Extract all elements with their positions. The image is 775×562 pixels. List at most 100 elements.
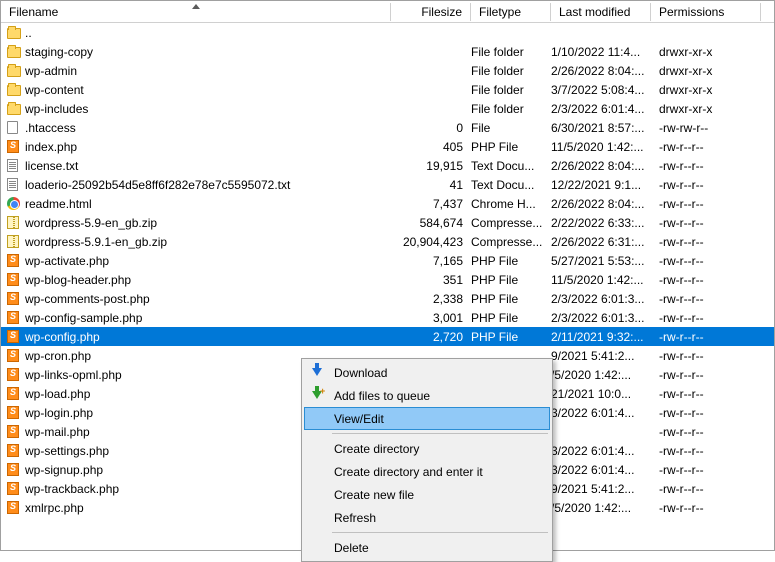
menu-addqueue-label: Add files to queue xyxy=(334,389,430,403)
folder-icon xyxy=(7,83,25,96)
file-permissions: -rw-rw-r-- xyxy=(651,121,761,135)
file-modified: 21/2021 10:0... xyxy=(551,387,651,401)
file-name: loaderio-25092b54d5e8ff6f282e78e7c559507… xyxy=(25,178,391,192)
file-name: license.txt xyxy=(25,159,391,173)
file-row[interactable]: wp-admin File folder2/26/2022 8:04:...drw… xyxy=(1,61,774,80)
file-row[interactable]: loaderio-25092b54d5e8ff6f282e78e7c559507… xyxy=(1,175,774,194)
file-permissions: -rw-r--r-- xyxy=(651,254,761,268)
menu-separator xyxy=(332,433,548,434)
file-row[interactable]: wordpress-5.9-en_gb.zip584,674Compresse.… xyxy=(1,213,774,232)
file-size: 20,904,423 xyxy=(391,235,471,249)
file-row[interactable]: wp-contentFile folder3/7/2022 5:08:4...d… xyxy=(1,80,774,99)
file-row[interactable]: .. xyxy=(1,23,774,42)
file-name: index.php xyxy=(25,140,391,154)
php-icon xyxy=(7,444,25,457)
menu-refresh-label: Refresh xyxy=(334,511,376,525)
header-filesize[interactable]: Filesize xyxy=(391,3,471,21)
file-type: File xyxy=(471,121,551,135)
file-modified: /5/2020 1:42:... xyxy=(551,368,651,382)
file-row[interactable]: wp-blog-header.php351PHP File11/5/2020 1… xyxy=(1,270,774,289)
file-permissions: drwxr-xr-x xyxy=(651,83,761,97)
menu-create-directory[interactable]: Create directory xyxy=(304,437,550,460)
file-permissions: -rw-r--r-- xyxy=(651,330,761,344)
file-type: File folder xyxy=(471,64,551,78)
file-row[interactable]: index.php405PHP File11/5/2020 1:42:...-r… xyxy=(1,137,774,156)
file-type: Text Docu... xyxy=(471,178,551,192)
header-lastmodified[interactable]: Last modified xyxy=(551,3,651,21)
file-name: wp-content xyxy=(25,83,391,97)
menu-delete-label: Delete xyxy=(334,541,369,555)
menu-createfile-label: Create new file xyxy=(334,488,414,502)
file-modified: 2/3/2022 6:01:3... xyxy=(551,292,651,306)
file-name: wp-activate.php xyxy=(25,254,391,268)
menu-separator xyxy=(332,532,548,533)
file-modified: 3/2022 6:01:4... xyxy=(551,463,651,477)
file-name: wp-admin xyxy=(25,64,391,78)
php-icon xyxy=(7,482,25,495)
header-filename[interactable]: Filename xyxy=(1,3,391,21)
menu-delete[interactable]: Delete xyxy=(304,536,550,559)
menu-refresh[interactable]: Refresh xyxy=(304,506,550,529)
column-headers[interactable]: Filename Filesize Filetype Last modified… xyxy=(1,1,774,23)
file-permissions: -rw-r--r-- xyxy=(651,482,761,496)
file-row[interactable]: readme.html7,437Chrome H...2/26/2022 8:0… xyxy=(1,194,774,213)
file-row[interactable]: license.txt19,915Text Docu...2/26/2022 8… xyxy=(1,156,774,175)
header-permissions[interactable]: Permissions xyxy=(651,3,761,21)
php-icon xyxy=(7,330,25,343)
file-type: File folder xyxy=(471,102,551,116)
menu-download-label: Download xyxy=(334,366,387,380)
menu-create-directory-enter[interactable]: Create directory and enter it xyxy=(304,460,550,483)
file-row[interactable]: wp-config.php2,720PHP File2/11/2021 9:32… xyxy=(1,327,774,346)
menu-download[interactable]: Download xyxy=(304,361,550,384)
file-modified: 11/5/2020 1:42:... xyxy=(551,273,651,287)
file-name: .. xyxy=(25,26,391,40)
file-row[interactable]: .htaccess0File6/30/2021 8:57:...-rw-rw-r… xyxy=(1,118,774,137)
file-type: Chrome H... xyxy=(471,197,551,211)
file-permissions: -rw-r--r-- xyxy=(651,197,761,211)
php-icon xyxy=(7,349,25,362)
file-permissions: -rw-r--r-- xyxy=(651,292,761,306)
file-modified: 2/26/2022 8:04:... xyxy=(551,64,651,78)
folder-icon xyxy=(7,64,25,77)
file-name: staging-copy xyxy=(25,45,391,59)
file-permissions: drwxr-xr-x xyxy=(651,64,761,78)
file-row[interactable]: staging-copyFile folder1/10/2022 11:4...… xyxy=(1,42,774,61)
menu-createdir-label: Create directory xyxy=(334,442,419,456)
file-type: Text Docu... xyxy=(471,159,551,173)
php-icon xyxy=(7,368,25,381)
menu-add-to-queue[interactable]: Add files to queue xyxy=(304,384,550,407)
file-modified: 2/26/2022 8:04:... xyxy=(551,159,651,173)
file-permissions: -rw-r--r-- xyxy=(651,501,761,515)
file-type: PHP File xyxy=(471,254,551,268)
folder-icon xyxy=(7,26,25,39)
file-permissions: -rw-r--r-- xyxy=(651,368,761,382)
php-icon xyxy=(7,501,25,514)
file-row[interactable]: wp-comments-post.php2,338PHP File2/3/202… xyxy=(1,289,774,308)
php-icon xyxy=(7,387,25,400)
php-icon xyxy=(7,292,25,305)
file-size: 351 xyxy=(391,273,471,287)
file-icon xyxy=(7,121,25,134)
file-modified: 3/2022 6:01:4... xyxy=(551,406,651,420)
folder-icon xyxy=(7,45,25,58)
file-permissions: -rw-r--r-- xyxy=(651,387,761,401)
file-modified: 2/26/2022 8:04:... xyxy=(551,197,651,211)
php-icon xyxy=(7,406,25,419)
file-modified: 12/22/2021 9:1... xyxy=(551,178,651,192)
file-row[interactable]: wp-config-sample.php3,001PHP File2/3/202… xyxy=(1,308,774,327)
file-row[interactable]: wp-includesFile folder2/3/2022 6:01:4...… xyxy=(1,99,774,118)
header-filetype[interactable]: Filetype xyxy=(471,3,551,21)
file-name: wordpress-5.9.1-en_gb.zip xyxy=(25,235,391,249)
file-row[interactable]: wp-activate.php7,165PHP File5/27/2021 5:… xyxy=(1,251,774,270)
file-modified: 2/3/2022 6:01:4... xyxy=(551,102,651,116)
file-name: wp-blog-header.php xyxy=(25,273,391,287)
file-size: 7,437 xyxy=(391,197,471,211)
zip-icon xyxy=(7,235,25,248)
file-permissions: drwxr-xr-x xyxy=(651,102,761,116)
file-name: wp-config.php xyxy=(25,330,391,344)
menu-view-edit[interactable]: View/Edit xyxy=(304,407,550,430)
file-type: Compresse... xyxy=(471,216,551,230)
menu-create-new-file[interactable]: Create new file xyxy=(304,483,550,506)
file-modified: 2/26/2022 6:31:... xyxy=(551,235,651,249)
file-row[interactable]: wordpress-5.9.1-en_gb.zip20,904,423Compr… xyxy=(1,232,774,251)
